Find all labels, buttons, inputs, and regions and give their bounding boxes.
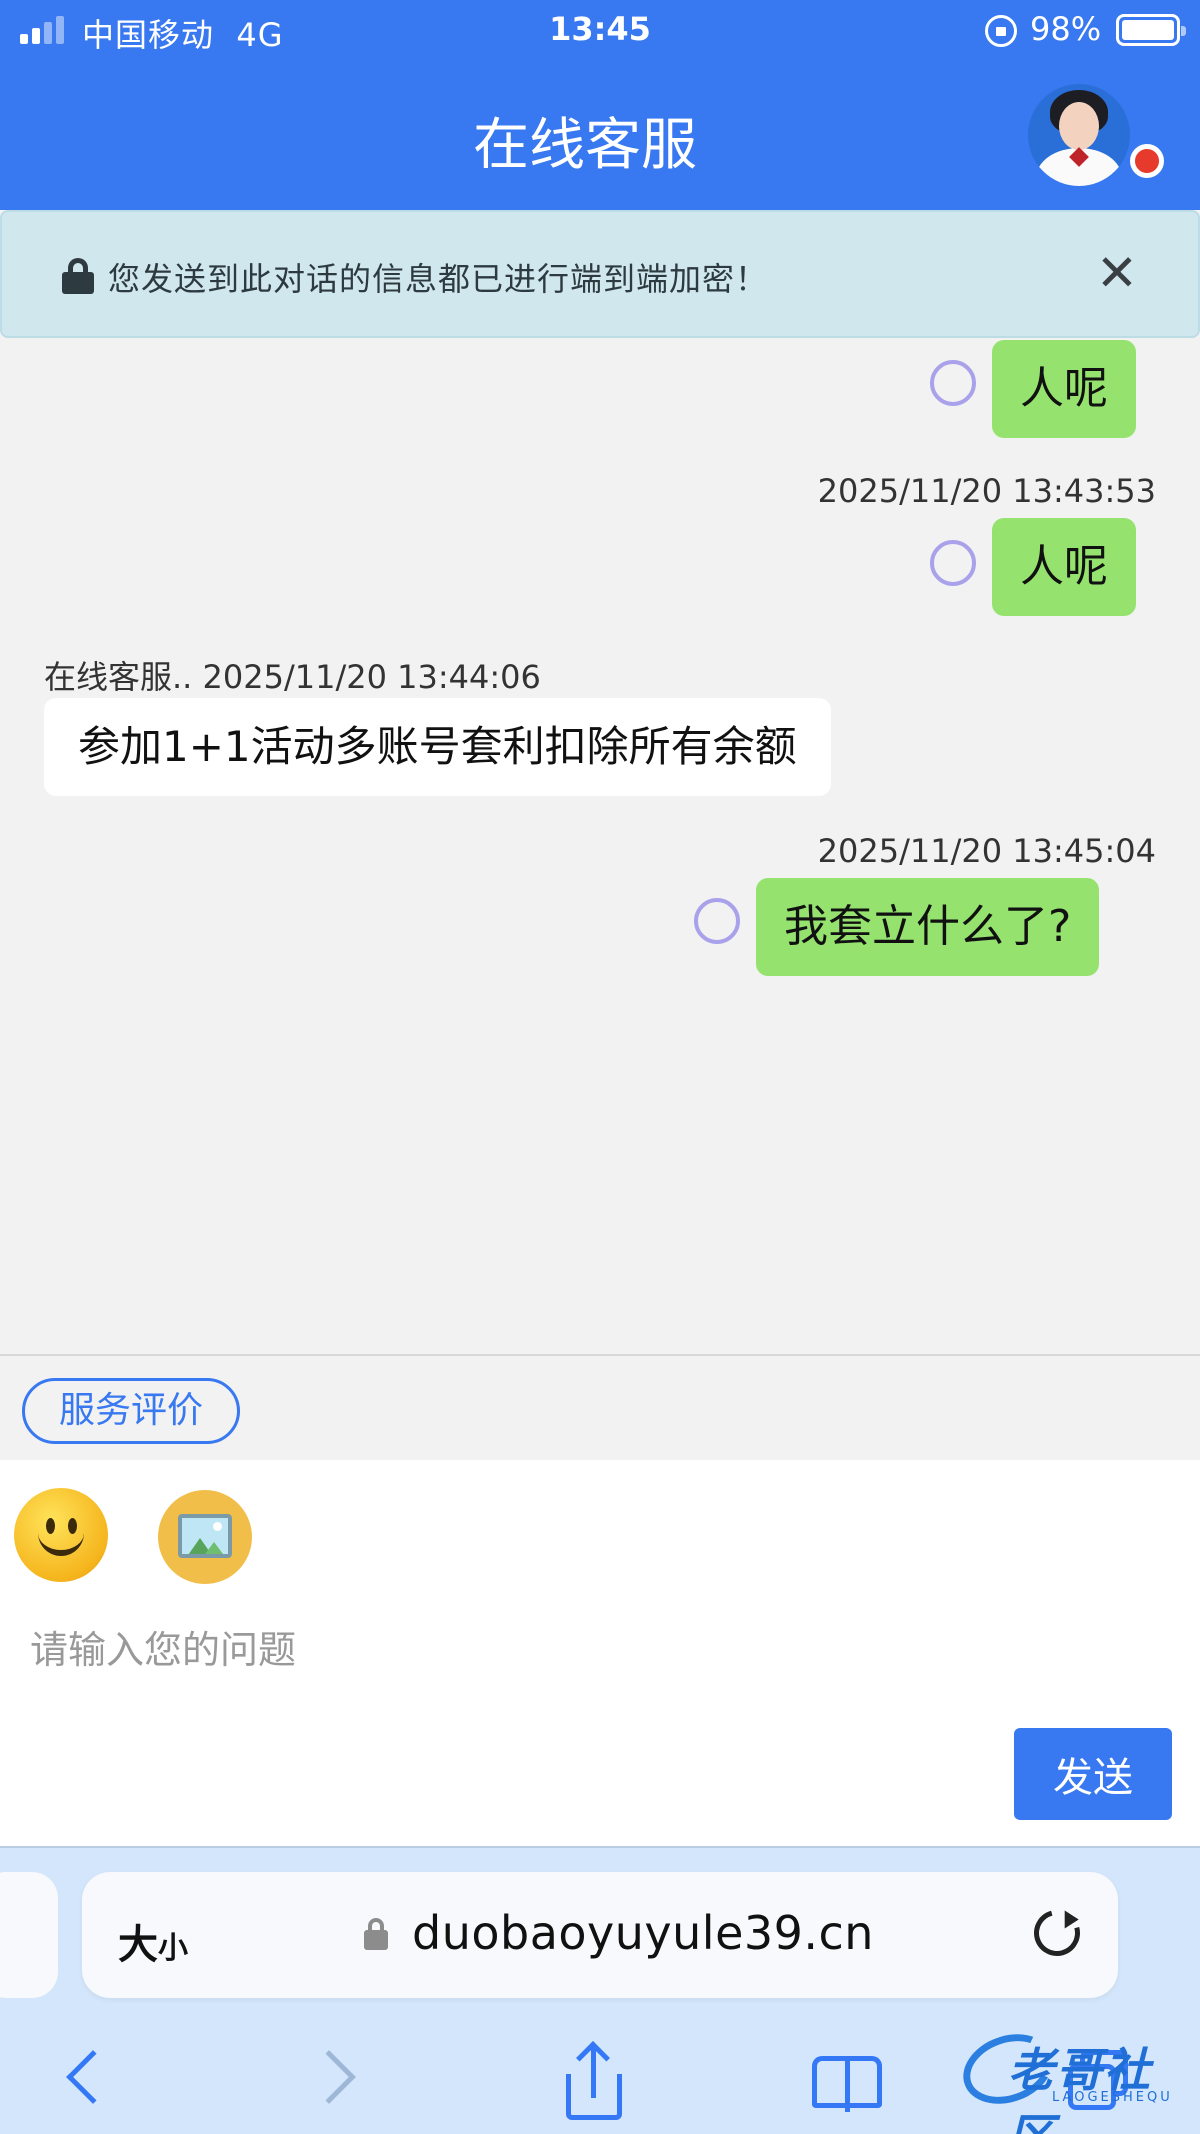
encryption-notice: 您发送到此对话的信息都已进行端到端加密！ <box>108 260 769 298</box>
send-button[interactable]: 发送 <box>1014 1728 1172 1820</box>
url-text[interactable]: duobaoyuyule39.cn <box>412 1906 874 1960</box>
bookmarks-icon[interactable] <box>812 2048 884 2118</box>
message-status-icon <box>930 540 976 586</box>
previous-tab-preview[interactable] <box>0 1872 58 1998</box>
agent-message-meta: 在线客服.. 2025/11/20 13:44:06 <box>44 652 541 698</box>
agent-name: 在线客服.. <box>44 658 193 696</box>
encryption-banner: 您发送到此对话的信息都已进行端到端加密！ ✕ <box>0 210 1200 338</box>
battery-percent: 98% <box>1030 10 1102 48</box>
watermark-logo: 老哥社区 LAOGESHEQU <box>953 2022 1190 2134</box>
rate-service-button[interactable]: 服务评价 <box>22 1378 240 1444</box>
agent-message-bubble[interactable]: 参加1+1活动多账号套利扣除所有余额 <box>44 698 831 796</box>
message-input[interactable] <box>30 1610 1170 1690</box>
address-bar[interactable]: 大小 duobaoyuyule39.cn <box>82 1872 1118 1998</box>
message-status-icon <box>930 360 976 406</box>
back-icon[interactable] <box>62 2048 120 2118</box>
app-header: 中国移动 4G 13:45 98% 在线客服 <box>0 0 1200 210</box>
my-message-bubble[interactable]: 人呢 <box>992 340 1136 438</box>
message-composer: 发送 <box>0 1460 1200 1846</box>
status-time: 13:45 <box>549 10 651 48</box>
text-size-button[interactable]: 大小 <box>118 1912 188 1970</box>
message-status-icon <box>694 898 740 944</box>
rotation-lock-icon <box>985 15 1017 47</box>
lock-icon <box>364 1918 388 1950</box>
battery-icon <box>1116 14 1186 46</box>
message-timestamp: 2025/11/20 13:45:04 <box>817 832 1156 870</box>
text-size-small: 小 <box>158 1931 188 1966</box>
message-timestamp: 2025/11/20 13:43:53 <box>817 472 1156 510</box>
online-status-dot <box>1130 144 1164 178</box>
smiley-icon[interactable] <box>14 1488 108 1582</box>
image-icon[interactable] <box>158 1490 252 1584</box>
status-bar: 中国移动 4G 13:45 98% <box>0 0 1200 60</box>
agent-avatar[interactable] <box>1028 84 1130 186</box>
forward-icon[interactable] <box>302 2048 358 2118</box>
page-title: 在线客服 <box>473 113 697 178</box>
my-message-bubble[interactable]: 人呢 <box>992 518 1136 616</box>
lock-icon <box>62 258 94 294</box>
text-size-big: 大 <box>118 1922 158 1968</box>
watermark-text: 老哥社区 <box>1008 2043 1152 2134</box>
message-timestamp: 2025/11/20 13:44:06 <box>202 658 541 696</box>
watermark-subtext: LAOGESHEQU <box>1052 2090 1173 2105</box>
divider <box>0 1354 1200 1356</box>
reload-icon[interactable] <box>1025 1901 1089 1965</box>
close-icon[interactable]: ✕ <box>1092 248 1142 298</box>
my-message-bubble[interactable]: 我套立什么了? <box>756 878 1100 976</box>
share-icon[interactable] <box>566 2041 622 2120</box>
